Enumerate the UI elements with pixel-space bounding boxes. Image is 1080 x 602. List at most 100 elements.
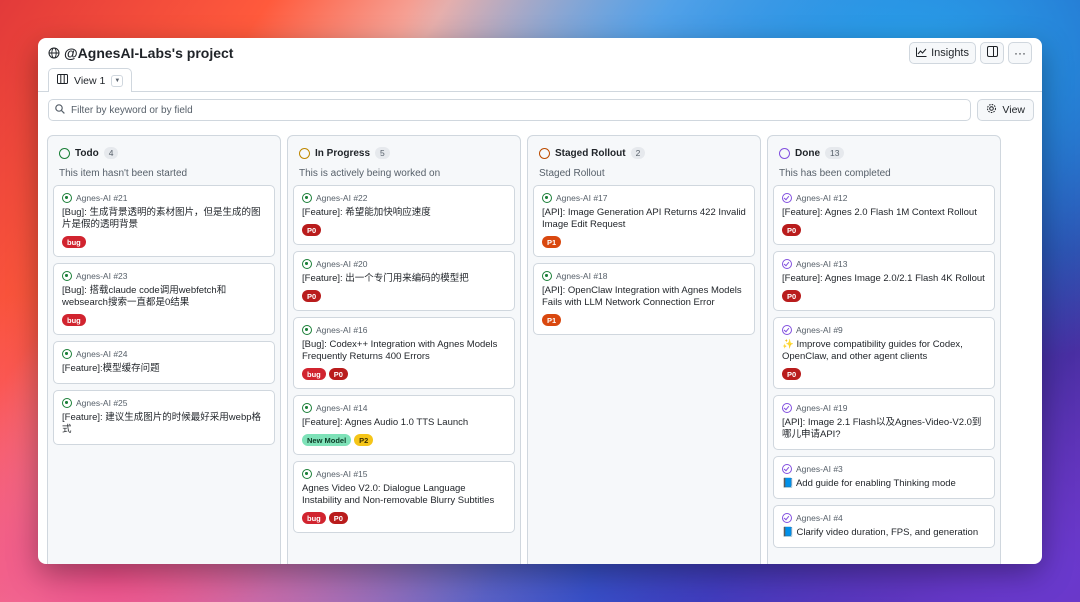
status-circle-icon [299, 147, 310, 159]
tab-options-caret-icon[interactable]: ▼ [111, 74, 124, 87]
issue-opened-icon [62, 193, 72, 203]
issue-card[interactable]: Agnes-AI #16 [Bug]: Codex++ Integration w… [293, 317, 515, 389]
issue-reference[interactable]: Agnes-AI #24 [76, 349, 128, 359]
issue-reference[interactable]: Agnes-AI #18 [556, 271, 608, 281]
issue-title[interactable]: [Bug]: Codex++ Integration with Agnes Mo… [302, 339, 506, 363]
issue-title[interactable]: Agnes Video V2.0: Dialogue Language Inst… [302, 483, 506, 507]
issue-meta: Agnes-AI #23 [62, 271, 266, 281]
issue-reference[interactable]: Agnes-AI #4 [796, 513, 843, 523]
issue-title[interactable]: [Feature]: 希望能加快响应速度 [302, 207, 506, 219]
issue-labels: P0 [782, 224, 986, 236]
issue-labels: P0 [782, 290, 986, 302]
issue-card[interactable]: Agnes-AI #20 [Feature]: 出一个专门用来编码的模型把 P0 [293, 251, 515, 311]
issue-reference[interactable]: Agnes-AI #12 [796, 193, 848, 203]
issue-title[interactable]: [Feature]: 出一个专门用来编码的模型把 [302, 273, 506, 285]
label-p1[interactable]: P1 [542, 314, 562, 326]
issue-title[interactable]: 📘 Clarify video duration, FPS, and gener… [782, 527, 986, 539]
label-p0[interactable]: P0 [302, 224, 322, 236]
issue-card[interactable]: Agnes-AI #15 Agnes Video V2.0: Dialogue L… [293, 461, 515, 533]
issue-closed-icon [782, 193, 792, 203]
issue-reference[interactable]: Agnes-AI #19 [796, 403, 848, 413]
side-panel-button[interactable] [980, 42, 1004, 64]
tab-view-1[interactable]: View 1 ▼ [48, 68, 133, 92]
label-bug[interactable]: bug [302, 368, 326, 380]
issue-card[interactable]: Agnes-AI #12 [Feature]: Agnes 2.0 Flash 1… [773, 185, 995, 245]
issue-title[interactable]: [Feature]: Agnes 2.0 Flash 1M Context Ro… [782, 207, 986, 219]
issue-title[interactable]: [API]: Image Generation API Returns 422 … [542, 207, 746, 231]
issue-card[interactable]: Agnes-AI #3 📘 Add guide for enabling Thin… [773, 456, 995, 499]
issue-reference[interactable]: Agnes-AI #14 [316, 403, 368, 413]
label-p0[interactable]: P0 [782, 368, 802, 380]
label-p0[interactable]: P0 [328, 512, 348, 524]
label-p0[interactable]: P0 [328, 368, 348, 380]
page-title: @AgnesAI-Labs's project [64, 45, 234, 61]
issue-reference[interactable]: Agnes-AI #16 [316, 325, 368, 335]
issue-reference[interactable]: Agnes-AI #21 [76, 193, 128, 203]
status-circle-icon [779, 147, 790, 159]
issue-reference[interactable]: Agnes-AI #3 [796, 464, 843, 474]
issue-closed-icon [782, 513, 792, 523]
issue-reference[interactable]: Agnes-AI #22 [316, 193, 368, 203]
issue-reference[interactable]: Agnes-AI #25 [76, 398, 128, 408]
issue-card[interactable]: Agnes-AI #21 [Bug]: 生成背景透明的素材图片，但是生成的图片是假… [53, 185, 275, 257]
issue-title[interactable]: 📘 Add guide for enabling Thinking mode [782, 478, 986, 490]
issue-card[interactable]: Agnes-AI #9 ✨ Improve compatibility guide… [773, 317, 995, 389]
label-p0[interactable]: P0 [782, 224, 802, 236]
issue-card[interactable]: Agnes-AI #22 [Feature]: 希望能加快响应速度 P0 [293, 185, 515, 245]
more-options-button[interactable]: ··· [1008, 42, 1032, 64]
issue-card[interactable]: Agnes-AI #24 [Feature]:模型缓存问题 [53, 341, 275, 384]
issue-title[interactable]: [API]: Image 2.1 Flash以及Agnes-Video-V2.0… [782, 417, 986, 441]
view-settings-button[interactable]: View [977, 99, 1034, 121]
filter-input[interactable]: Filter by keyword or by field [48, 99, 972, 121]
issue-card[interactable]: Agnes-AI #25 [Feature]: 建议生成图片的时候最好采用webp… [53, 390, 275, 445]
issue-card[interactable]: Agnes-AI #17 [API]: Image Generation API … [533, 185, 755, 257]
column-header: Todo 4 [53, 136, 275, 168]
issue-reference[interactable]: Agnes-AI #9 [796, 325, 843, 335]
issue-labels: bug [62, 236, 266, 248]
issue-title[interactable]: [Feature]:模型缓存问题 [62, 363, 266, 375]
issue-labels: P1 [542, 236, 746, 248]
view-label: View [1002, 104, 1025, 116]
issue-card[interactable]: Agnes-AI #23 [Bug]: 搭载claude code调用webfet… [53, 263, 275, 335]
label-bug[interactable]: bug [302, 512, 326, 524]
issue-reference[interactable]: Agnes-AI #13 [796, 259, 848, 269]
issue-title[interactable]: [Bug]: 搭载claude code调用webfetch和websearch… [62, 285, 266, 309]
label-p0[interactable]: P0 [302, 290, 322, 302]
issue-card[interactable]: Agnes-AI #13 [Feature]: Agnes Image 2.0/2… [773, 251, 995, 311]
status-circle-icon [539, 147, 550, 159]
issue-reference[interactable]: Agnes-AI #23 [76, 271, 128, 281]
label-p1[interactable]: P1 [542, 236, 562, 248]
issue-opened-icon [302, 259, 312, 269]
tab-label: View 1 [74, 74, 106, 87]
issue-card[interactable]: Agnes-AI #18 [API]: OpenClaw Integration … [533, 263, 755, 335]
label-newmodel[interactable]: New Model [302, 434, 352, 446]
issue-title[interactable]: [Feature]: Agnes Image 2.0/2.1 Flash 4K … [782, 273, 986, 285]
project-window: @AgnesAI-Labs's project Insights ··· Vie… [38, 38, 1042, 564]
issue-opened-icon [542, 271, 552, 281]
insights-button[interactable]: Insights [909, 42, 976, 64]
issue-reference[interactable]: Agnes-AI #20 [316, 259, 368, 269]
issue-title[interactable]: [Feature]: Agnes Audio 1.0 TTS Launch [302, 417, 506, 429]
label-bug[interactable]: bug [62, 314, 86, 326]
issue-title[interactable]: [Feature]: 建议生成图片的时候最好采用webp格式 [62, 412, 266, 436]
issue-card[interactable]: Agnes-AI #4 📘 Clarify video duration, FPS… [773, 505, 995, 548]
issue-labels: bug P0 [302, 512, 506, 524]
label-p2[interactable]: P2 [354, 434, 374, 446]
issue-card[interactable]: Agnes-AI #19 [API]: Image 2.1 Flash以及Agne… [773, 395, 995, 450]
issue-meta: Agnes-AI #25 [62, 398, 266, 408]
graph-icon [916, 47, 927, 60]
issue-reference[interactable]: Agnes-AI #15 [316, 469, 368, 479]
issue-title[interactable]: ✨ Improve compatibility guides for Codex… [782, 339, 986, 363]
issue-title[interactable]: [Bug]: 生成背景透明的素材图片，但是生成的图片是假的透明背景 [62, 207, 266, 231]
issue-meta: Agnes-AI #15 [302, 469, 506, 479]
issue-card[interactable]: Agnes-AI #14 [Feature]: Agnes Audio 1.0 T… [293, 395, 515, 455]
kanban-board: Todo 4 This item hasn't been started Agnes-… [47, 135, 1001, 564]
issue-opened-icon [62, 398, 72, 408]
issue-reference[interactable]: Agnes-AI #17 [556, 193, 608, 203]
label-bug[interactable]: bug [62, 236, 86, 248]
issue-title[interactable]: [API]: OpenClaw Integration with Agnes M… [542, 285, 746, 309]
issue-meta: Agnes-AI #4 [782, 513, 986, 523]
issue-meta: Agnes-AI #18 [542, 271, 746, 281]
label-p0[interactable]: P0 [782, 290, 802, 302]
issue-opened-icon [302, 193, 312, 203]
